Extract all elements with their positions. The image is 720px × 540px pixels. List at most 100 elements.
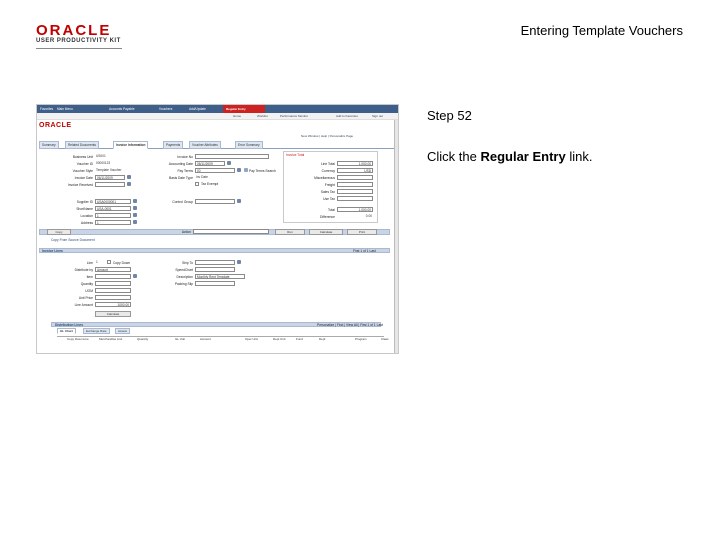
tax-exempt-checkbox[interactable]	[195, 182, 199, 186]
field-label: Currency	[321, 169, 335, 173]
nav-performance-link[interactable]: Performance Monitor	[280, 114, 308, 118]
line-total-input[interactable]: 1,000.00	[337, 161, 373, 166]
shortname-input[interactable]: USA-0001	[95, 206, 131, 211]
field-label: Voucher ID	[76, 162, 93, 166]
freight-input[interactable]	[337, 182, 373, 187]
topbar-item[interactable]: Main Menu	[57, 107, 73, 111]
calendar-icon[interactable]	[127, 182, 131, 186]
topbar-item[interactable]: Favorites	[40, 107, 53, 111]
field-label: Control Group	[172, 200, 193, 204]
sales-tax-input[interactable]	[337, 189, 373, 194]
field-label: UOM	[85, 289, 93, 293]
print-button[interactable]: Print	[347, 229, 377, 235]
total-input[interactable]: 1,000.00	[337, 207, 373, 212]
nav-favorites-link[interactable]: Add to Favorites	[336, 114, 358, 118]
distribute-by-select[interactable]: Amount	[95, 267, 131, 272]
unit-price-input[interactable]	[95, 295, 131, 300]
field-label: Business Unit	[72, 155, 93, 159]
field-label: Ship To	[182, 261, 193, 265]
difference-value: 0.00	[337, 214, 373, 219]
lookup-icon[interactable]	[133, 206, 137, 210]
distribution-nav[interactable]: Personalize | Find | View All | First 1 …	[317, 323, 383, 327]
voucher-style-value: Template Voucher	[95, 168, 135, 173]
dist-tab-exchange-rate[interactable]: Exchange Rate	[83, 328, 110, 334]
invoice-received-input[interactable]	[95, 182, 125, 187]
action-select[interactable]	[193, 229, 269, 234]
page-toolbar-links[interactable]: New Window | Help | Personalize Page	[301, 134, 353, 138]
pay-terms-input[interactable]: 00	[195, 168, 235, 173]
column-header: Program	[355, 337, 367, 341]
packing-slip-input[interactable]	[195, 281, 235, 286]
lookup-icon[interactable]	[237, 199, 241, 203]
topbar-item[interactable]: Vouchers	[159, 107, 172, 111]
calculate-button[interactable]: Calculate	[309, 229, 343, 235]
column-header: Line	[83, 337, 89, 341]
quantity-input[interactable]	[95, 281, 131, 286]
ship-to-input[interactable]	[195, 260, 235, 265]
tab-voucher-attributes[interactable]: Voucher Attributes	[189, 141, 221, 149]
invoice-no-input[interactable]	[195, 154, 269, 159]
tab-error-summary[interactable]: Error Summary	[235, 141, 263, 149]
lookup-icon[interactable]	[133, 213, 137, 217]
tax-exempt-label: Tax Exempt	[201, 182, 219, 186]
lookup-icon[interactable]	[237, 260, 241, 264]
pay-terms-search-icon[interactable]	[244, 168, 248, 172]
uom-input[interactable]	[95, 288, 131, 293]
dist-tab-assets[interactable]: Assets	[115, 328, 131, 334]
column-header: GL Unit	[175, 337, 186, 341]
field-label: Description	[176, 275, 194, 279]
description-input[interactable]: Monthly Rent Template	[195, 274, 245, 279]
supplier-id-input[interactable]: USA0000001	[95, 199, 131, 204]
business-unit-value: US001	[95, 154, 127, 159]
lookup-icon[interactable]	[237, 168, 241, 172]
run-button[interactable]: Run	[275, 229, 305, 235]
lookup-icon[interactable]	[133, 220, 137, 224]
page-scrollbar[interactable]	[394, 120, 398, 353]
summary-header: Invoice Total	[286, 153, 305, 157]
tab-related-documents[interactable]: Related Documents	[65, 141, 99, 149]
field-label: Invoice No	[177, 155, 193, 159]
accounting-date-input[interactable]: 06/11/2009	[195, 161, 225, 166]
field-label: Voucher Style	[72, 169, 93, 173]
use-tax-input[interactable]	[337, 196, 373, 201]
basis-date-type-value: Inv Date	[195, 175, 219, 180]
tab-invoice-information[interactable]: Invoice Information	[113, 141, 149, 149]
control-group-input[interactable]	[195, 199, 235, 204]
copy-down-label: Copy Down	[113, 261, 131, 265]
nav-home-link[interactable]: Home	[233, 114, 241, 118]
tab-summary[interactable]: Summary	[39, 141, 59, 149]
topbar-item[interactable]: Accounts Payable	[109, 107, 135, 111]
nav-signout-link[interactable]: Sign out	[372, 114, 383, 118]
regular-entry-tab[interactable]: Regular Entry	[223, 105, 265, 113]
location-input[interactable]: 1	[95, 213, 131, 218]
topbar-item[interactable]: Add/Update	[189, 107, 206, 111]
field-label: Invoice Received	[67, 183, 93, 187]
line-calculate-button[interactable]: Calculate	[95, 311, 131, 317]
nav-worklist-link[interactable]: Worklist	[257, 114, 268, 118]
address-input[interactable]: 1	[95, 220, 131, 225]
item-input[interactable]	[95, 274, 131, 279]
column-header: Copy Down	[67, 337, 83, 341]
field-label: Pay Terms	[177, 169, 193, 173]
miscellaneous-input[interactable]	[337, 175, 373, 180]
field-label: Quantity	[80, 282, 93, 286]
copy-down-checkbox[interactable]	[107, 260, 111, 264]
invoice-date-input[interactable]: 06/11/2009	[95, 175, 125, 180]
lookup-icon[interactable]	[133, 274, 137, 278]
logo-divider	[36, 48, 122, 49]
calendar-icon[interactable]	[127, 175, 131, 179]
tab-payments[interactable]: Payments	[163, 141, 184, 149]
lookup-icon[interactable]	[133, 199, 137, 203]
line-amount-input[interactable]: 1000.00	[95, 302, 131, 307]
speedchart-input[interactable]	[195, 267, 235, 272]
copy-button[interactable]: Copy	[47, 229, 71, 235]
currency-input[interactable]: USD	[337, 168, 373, 173]
calendar-icon[interactable]	[227, 161, 231, 165]
field-label: Distribute by	[74, 268, 93, 272]
column-header: Class	[381, 337, 389, 341]
copy-from-source-link[interactable]: Copy From Source Document	[51, 238, 95, 242]
app-topbar: Favorites Main Menu Accounts Payable Vou…	[37, 105, 398, 113]
dist-tab-gl-chart[interactable]: GL Chart	[57, 328, 76, 334]
lines-nav[interactable]: First 1 of 1 Last	[353, 249, 376, 253]
field-label: Line Total	[320, 162, 335, 166]
